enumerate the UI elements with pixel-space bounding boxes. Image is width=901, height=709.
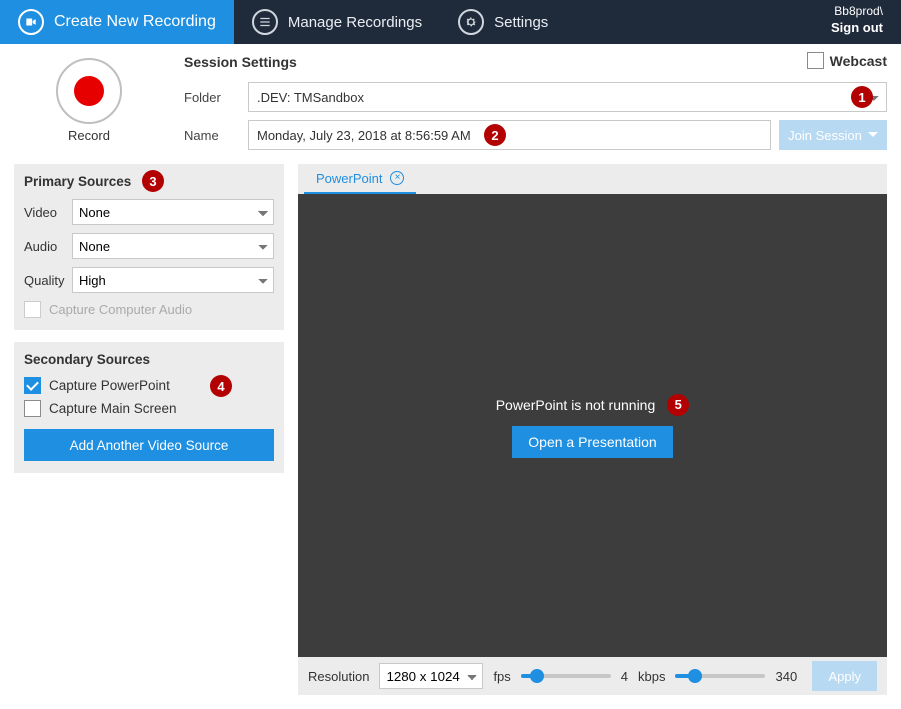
tab-settings[interactable]: Settings — [440, 0, 566, 44]
record-block: Record — [14, 54, 164, 158]
signout-link[interactable]: Sign out — [831, 20, 883, 37]
tab-create-recording[interactable]: Create New Recording — [0, 0, 234, 44]
tab-manage-label: Manage Recordings — [288, 14, 422, 31]
primary-sources-title: Primary Sources 3 — [24, 174, 274, 189]
camera-icon — [18, 9, 44, 35]
capture-audio-label: Capture Computer Audio — [49, 302, 192, 317]
name-row: Name Join Session 2 — [184, 120, 887, 150]
main-area: Primary Sources 3 VideoNone AudioNone Qu… — [0, 164, 901, 709]
folder-select[interactable]: .DEV: TMSandbox — [248, 82, 887, 112]
gear-icon — [458, 9, 484, 35]
folder-row: Folder .DEV: TMSandbox 1 — [184, 82, 887, 112]
secondary-sources-title: Secondary Sources — [24, 352, 274, 367]
webcast-option[interactable]: Webcast — [807, 52, 887, 69]
preview-footer: Resolution 1280 x 1024 fps 4 kbps 340 Ap… — [298, 657, 887, 695]
primary-sources-panel: Primary Sources 3 VideoNone AudioNone Qu… — [14, 164, 284, 330]
kbps-slider[interactable] — [675, 674, 765, 678]
annotation-badge-1: 1 — [851, 86, 873, 108]
record-icon — [74, 76, 104, 106]
preview-panel: PowerPoint × PowerPoint is not running 5… — [298, 164, 887, 695]
join-session-button[interactable]: Join Session — [779, 120, 887, 150]
webcast-checkbox[interactable] — [807, 52, 824, 69]
capture-ppt-label: Capture PowerPoint — [49, 378, 170, 393]
annotation-badge-4: 4 — [210, 375, 232, 397]
preview-tabstrip: PowerPoint × — [298, 164, 887, 194]
left-column: Primary Sources 3 VideoNone AudioNone Qu… — [14, 164, 284, 695]
user-area: Bb8prod\ Sign out — [831, 0, 901, 44]
resolution-select[interactable]: 1280 x 1024 — [379, 663, 483, 689]
webcast-label: Webcast — [830, 53, 887, 69]
video-label: Video — [24, 205, 72, 220]
tab-create-label: Create New Recording — [54, 13, 216, 31]
capture-audio-row: Capture Computer Audio — [24, 301, 274, 318]
fps-slider[interactable] — [521, 674, 611, 678]
kbps-value: 340 — [775, 669, 797, 684]
capture-screen-label: Capture Main Screen — [49, 401, 177, 416]
kbps-label: kbps — [638, 669, 665, 684]
list-icon — [252, 9, 278, 35]
tab-manage-recordings[interactable]: Manage Recordings — [234, 0, 440, 44]
user-name: Bb8prod\ — [831, 4, 883, 20]
quality-select[interactable]: High — [72, 267, 274, 293]
tab-settings-label: Settings — [494, 14, 548, 31]
apply-button[interactable]: Apply — [812, 661, 877, 691]
capture-ppt-row[interactable]: Capture PowerPoint 4 — [24, 377, 274, 394]
capture-ppt-checkbox[interactable] — [24, 377, 41, 394]
preview-area: PowerPoint is not running 5 Open a Prese… — [298, 194, 887, 657]
record-button[interactable] — [56, 58, 122, 124]
tab-powerpoint[interactable]: PowerPoint × — [304, 164, 416, 194]
annotation-badge-2: 2 — [484, 124, 506, 146]
tab-powerpoint-label: PowerPoint — [316, 171, 382, 186]
session-settings: Record Session Settings Webcast Folder .… — [0, 44, 901, 164]
record-label: Record — [14, 128, 164, 143]
preview-message: PowerPoint is not running — [496, 397, 656, 413]
add-video-source-button[interactable]: Add Another Video Source — [24, 429, 274, 461]
session-title: Session Settings Webcast — [184, 54, 887, 70]
name-label: Name — [184, 128, 248, 143]
resolution-label: Resolution — [308, 669, 369, 684]
annotation-badge-3: 3 — [142, 170, 164, 192]
capture-screen-row[interactable]: Capture Main Screen — [24, 400, 274, 417]
capture-screen-checkbox[interactable] — [24, 400, 41, 417]
audio-label: Audio — [24, 239, 72, 254]
audio-select[interactable]: None — [72, 233, 274, 259]
secondary-sources-panel: Secondary Sources Capture PowerPoint 4 C… — [14, 342, 284, 473]
capture-audio-checkbox — [24, 301, 41, 318]
quality-label: Quality — [24, 273, 72, 288]
folder-label: Folder — [184, 90, 248, 105]
open-presentation-button[interactable]: Open a Presentation — [512, 426, 672, 458]
video-select[interactable]: None — [72, 199, 274, 225]
name-input[interactable] — [248, 120, 771, 150]
close-tab-icon[interactable]: × — [390, 171, 404, 185]
annotation-badge-5: 5 — [667, 394, 689, 416]
fps-value: 4 — [621, 669, 628, 684]
fps-label: fps — [493, 669, 510, 684]
top-bar: Create New Recording Manage Recordings S… — [0, 0, 901, 44]
